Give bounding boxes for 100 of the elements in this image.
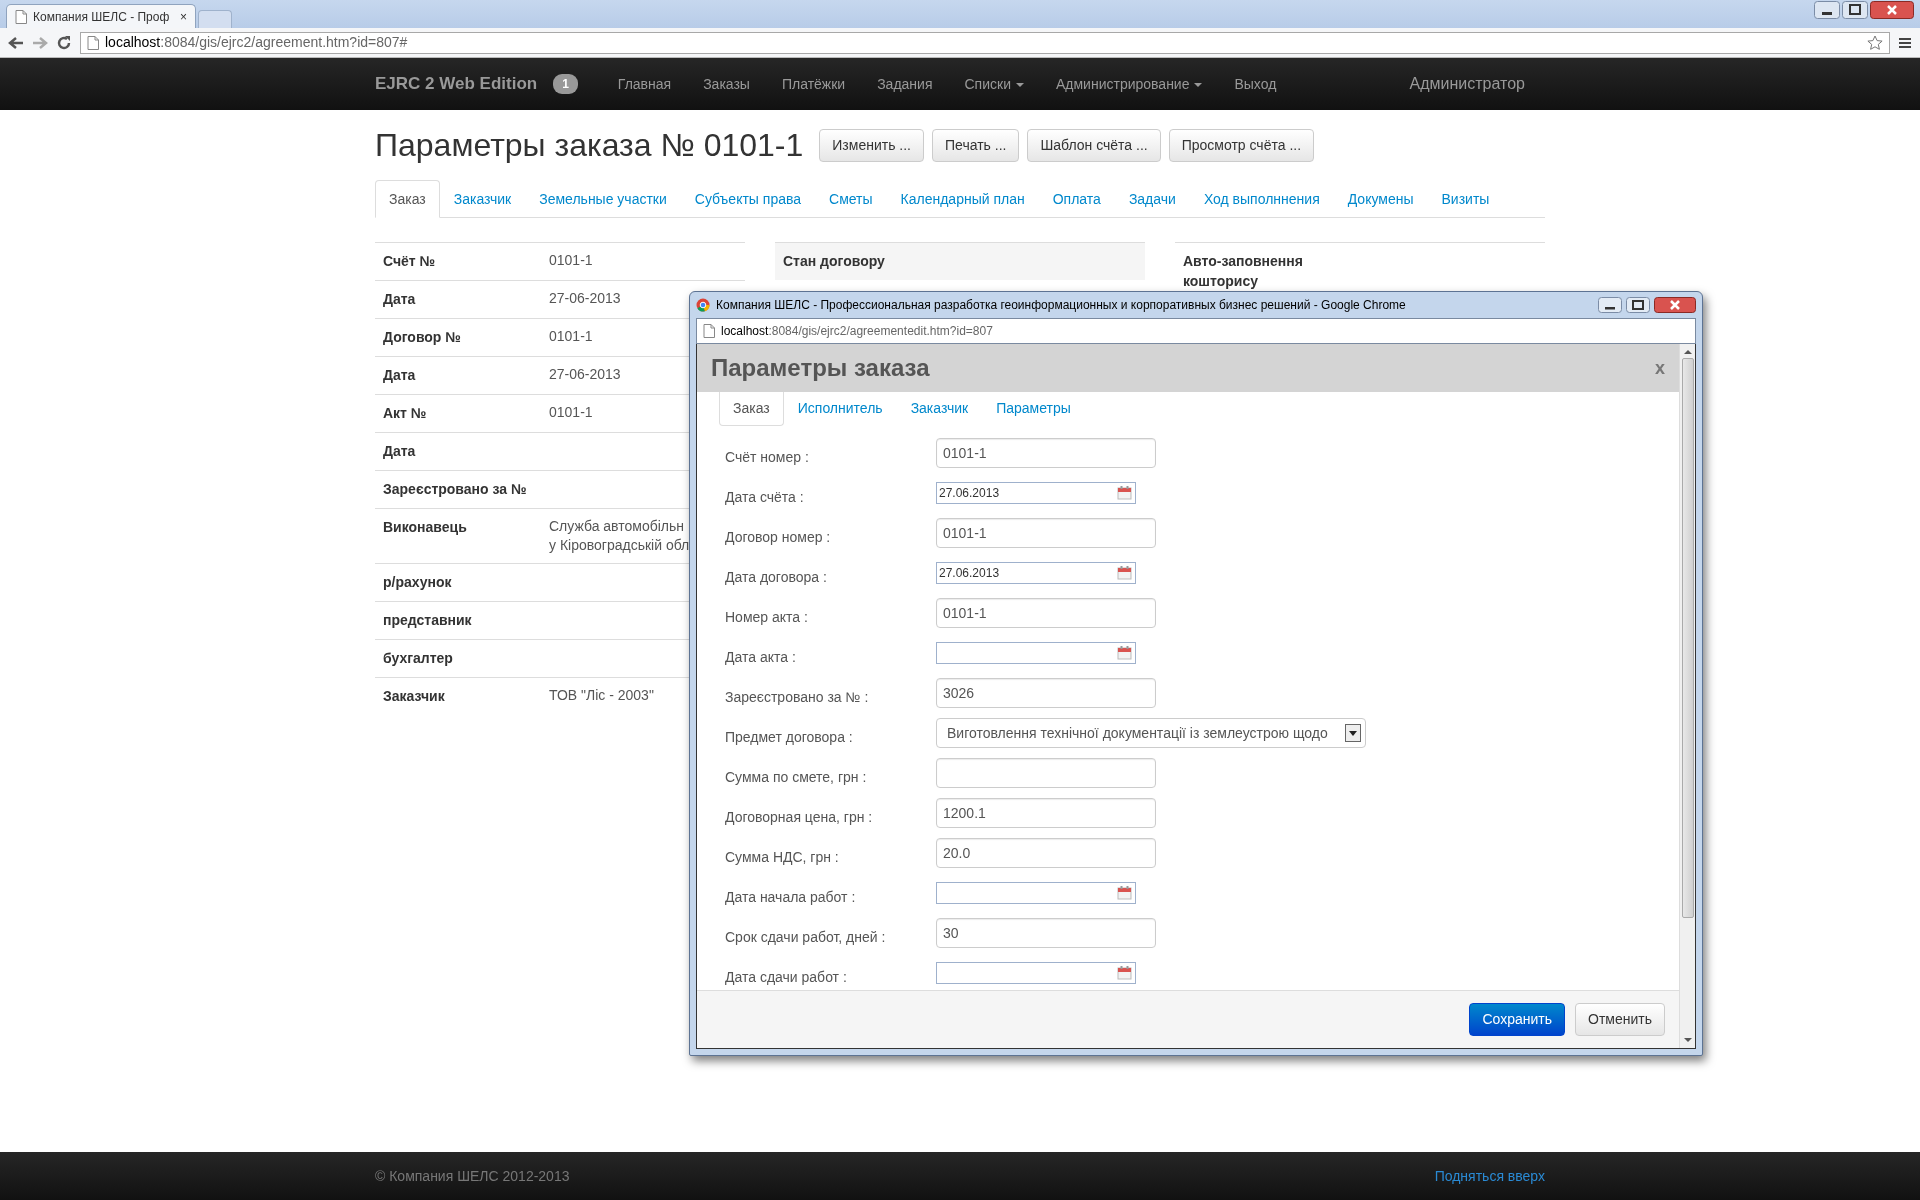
field-label: Дата: [383, 442, 417, 462]
url-text: localhost:8084/gis/ejrc2/agreementedit.htm?id=807: [721, 323, 993, 340]
page-title: Параметры заказа № 0101-1: [375, 126, 804, 165]
action-button[interactable]: Просмотр счёта ...: [1168, 128, 1315, 162]
calendar-icon[interactable]: [1117, 885, 1132, 900]
field-label: Заказчик: [383, 687, 446, 707]
back-to-top-link[interactable]: Подняться вверх: [1434, 1165, 1545, 1187]
tab[interactable]: Заказчик: [439, 180, 526, 219]
field-label: Договор номер :: [725, 527, 832, 547]
nav-link[interactable]: Заказы: [687, 73, 766, 95]
nav-link[interactable]: Администрирование: [1039, 73, 1219, 95]
action-button[interactable]: Шаблон счёта ...: [1027, 128, 1161, 162]
input-field[interactable]: 0101-1: [936, 518, 1156, 548]
field-value: 0101-1: [549, 327, 593, 347]
close-icon[interactable]: [1654, 297, 1696, 313]
field-label: Авто-заповнення кошторису: [1182, 252, 1304, 292]
menu-icon[interactable]: [1898, 35, 1912, 50]
forward-icon[interactable]: [32, 35, 48, 50]
tab[interactable]: Субъекты права: [680, 180, 816, 219]
field-value: 27-06-2013: [549, 365, 621, 385]
tab[interactable]: Земельные участки: [525, 180, 681, 219]
date-field[interactable]: [936, 642, 1136, 664]
field-label: Номер акта :: [725, 607, 809, 627]
field-label: Дата: [383, 366, 417, 386]
field-label: Дата сдачи работ :: [725, 967, 848, 987]
field-label: Зареєстровано за №: [383, 480, 528, 500]
scroll-down-icon[interactable]: [1683, 1036, 1692, 1044]
field-label: Дата договора :: [725, 567, 828, 587]
input-field[interactable]: 30: [936, 918, 1156, 948]
tab[interactable]: Сметы: [815, 180, 887, 219]
scrollbar[interactable]: [1679, 344, 1695, 1048]
modal-title: Параметры заказа: [711, 353, 930, 383]
browser-tab[interactable]: Компания ШЕЛС - Проф ×: [6, 4, 196, 28]
caret-icon: [1194, 82, 1203, 87]
field-label: Акт №: [383, 404, 428, 424]
maximize-icon[interactable]: [1626, 297, 1650, 313]
save-button[interactable]: Сохранить: [1469, 1003, 1565, 1036]
back-icon[interactable]: [8, 35, 24, 50]
field-label: Счёт №: [383, 252, 437, 272]
brand-name[interactable]: EJRC 2 Web Edition: [375, 71, 538, 97]
tab[interactable]: Задачи: [1114, 180, 1190, 219]
action-button[interactable]: Изменить ...: [819, 128, 924, 162]
tab[interactable]: Заказчик: [896, 392, 983, 426]
tab[interactable]: Визиты: [1427, 180, 1504, 219]
reload-icon[interactable]: [56, 34, 72, 51]
close-icon[interactable]: ×: [180, 7, 187, 26]
close-icon[interactable]: [1870, 1, 1914, 19]
field-label: бухгалтер: [383, 649, 454, 669]
calendar-icon[interactable]: [1117, 965, 1132, 980]
copyright-text: © Компания ШЕЛС 2012-2013: [375, 1166, 570, 1186]
page-icon: [703, 324, 715, 338]
input-field[interactable]: 0101-1: [936, 438, 1156, 468]
address-bar[interactable]: localhost:8084/gis/ejrc2/agreement.htm?id=807#: [80, 31, 1890, 54]
action-button[interactable]: Печать ...: [932, 128, 1020, 162]
field-label: Предмет договора :: [725, 727, 854, 747]
field-label: Срок сдачи работ, дней :: [725, 927, 887, 947]
nav-link[interactable]: Задания: [861, 73, 949, 95]
maximize-icon[interactable]: [1842, 1, 1868, 19]
date-field[interactable]: [936, 962, 1136, 984]
calendar-icon[interactable]: [1117, 565, 1132, 580]
user-name[interactable]: Администратор: [1409, 72, 1525, 96]
input-field[interactable]: 0101-1: [936, 598, 1156, 628]
tab[interactable]: Заказ: [375, 180, 440, 219]
select-field[interactable]: Виготовлення технічної документації із землеустрою щодо: [936, 718, 1366, 748]
tab[interactable]: Параметры: [982, 392, 1085, 426]
field-label: Дата начала работ :: [725, 887, 857, 907]
field-label: Дата: [383, 290, 417, 310]
input-field[interactable]: 1200.1: [936, 798, 1156, 828]
nav-link[interactable]: Списки: [948, 73, 1040, 95]
field-value: 27-06-2013: [549, 289, 621, 309]
input-field[interactable]: [936, 758, 1156, 788]
field-label: Договор №: [383, 328, 462, 348]
tab[interactable]: Ход выполннения: [1189, 180, 1334, 219]
field-label: Дата счёта :: [725, 487, 805, 507]
minimize-icon[interactable]: [1814, 1, 1840, 19]
section-header: Стан договору: [775, 242, 1145, 281]
nav-link[interactable]: Главная: [601, 73, 688, 95]
star-icon[interactable]: [1867, 34, 1883, 51]
calendar-icon[interactable]: [1117, 645, 1132, 660]
input-field[interactable]: 3026: [936, 678, 1156, 708]
field-label: Виконавець: [383, 518, 468, 538]
nav-link[interactable]: Выход: [1218, 73, 1293, 95]
calendar-icon[interactable]: [1117, 485, 1132, 500]
date-field[interactable]: 27.06.2013: [936, 562, 1136, 584]
cancel-button[interactable]: Отменить: [1575, 1003, 1665, 1036]
scroll-up-icon[interactable]: [1683, 348, 1692, 356]
minimize-icon[interactable]: [1598, 297, 1622, 313]
tab[interactable]: Календарный план: [886, 180, 1039, 219]
field-value: ТОВ "Ліс - 2003": [549, 686, 654, 706]
tab[interactable]: Оплата: [1038, 180, 1115, 219]
page-icon: [87, 35, 99, 50]
tab[interactable]: Заказ: [719, 392, 784, 426]
url-text: localhost:8084/gis/ejrc2/agreement.htm?id=807#: [105, 33, 408, 52]
input-field[interactable]: 20.0: [936, 838, 1156, 868]
date-field[interactable]: 27.06.2013: [936, 482, 1136, 504]
field-label: Договорная цена, грн :: [725, 807, 874, 827]
nav-link[interactable]: Платёжки: [765, 73, 862, 95]
tab[interactable]: Исполнитель: [783, 392, 897, 426]
tab[interactable]: Докумены: [1333, 180, 1428, 219]
date-field[interactable]: [936, 882, 1136, 904]
